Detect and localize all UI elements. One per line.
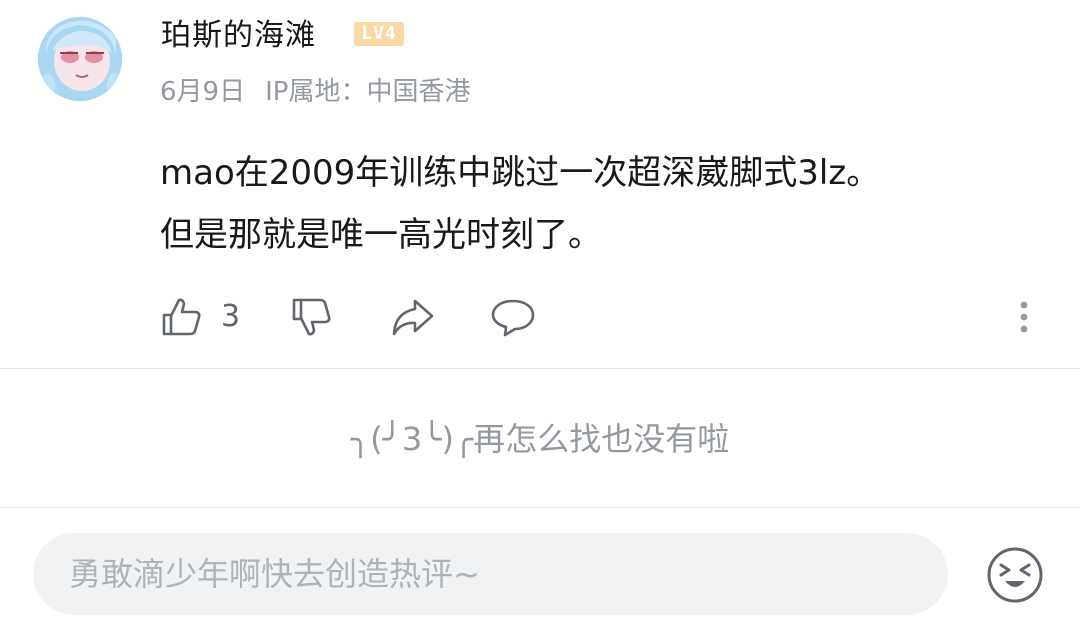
more-vertical-icon — [1020, 301, 1028, 333]
divider — [0, 507, 1080, 508]
divider — [0, 368, 1080, 369]
reply-button[interactable] — [491, 292, 535, 342]
comment-actions: 3 — [0, 292, 1080, 342]
emoji-icon — [987, 547, 1043, 603]
thumbs-down-icon — [292, 298, 331, 336]
comment-line: mao在2009年训练中跳过一次超深崴脚式3lz。 — [160, 153, 881, 193]
share-button[interactable] — [391, 292, 435, 342]
comment-date: 6月9日 — [160, 77, 246, 107]
like-count: 3 — [221, 299, 241, 334]
share-icon — [392, 299, 434, 336]
comment-meta: 6月9日 IP属地：中国香港 — [160, 74, 470, 110]
ip-location: IP属地：中国香港 — [265, 77, 471, 107]
thumbs-up-icon — [162, 298, 201, 336]
dislike-button[interactable] — [291, 292, 333, 342]
comment-line: 但是那就是唯一高光时刻了。 — [160, 215, 602, 255]
avatar-image — [38, 17, 122, 101]
empty-replies-text: ╮(╯3╰)╭再怎么找也没有啦 — [350, 420, 730, 458]
comment-icon — [491, 299, 535, 337]
like-button[interactable]: 3 — [161, 292, 240, 342]
username[interactable]: 珀斯的海滩 — [161, 16, 316, 56]
emoji-button[interactable] — [985, 545, 1045, 605]
reply-input[interactable]: 勇敢滴少年啊快去创造热评~ — [33, 533, 948, 615]
comment-text: mao在2009年训练中跳过一次超深崴脚式3lz。 但是那就是唯一高光时刻了。 — [160, 142, 1040, 266]
more-button[interactable] — [1014, 292, 1034, 342]
avatar[interactable] — [38, 17, 122, 101]
level-badge: LV4 — [354, 22, 404, 46]
